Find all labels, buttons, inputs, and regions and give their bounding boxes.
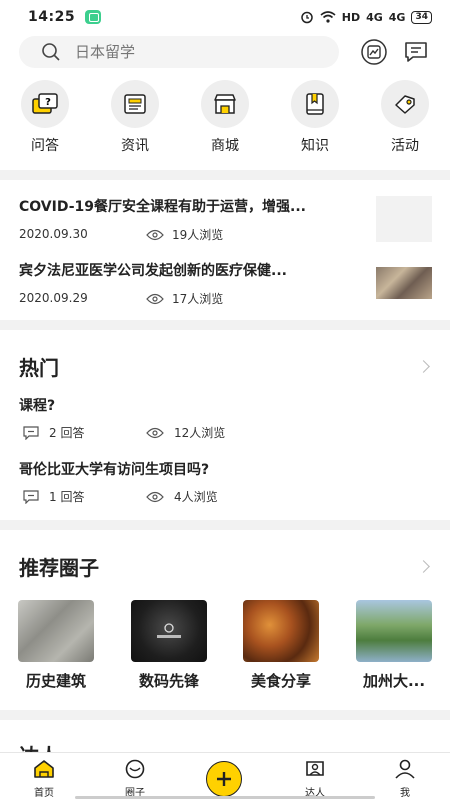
news-views: 17人浏览 (146, 290, 223, 307)
app-page: 14:25 HD 4G 4G 34 ? 问答 (0, 0, 450, 800)
battery-level: 34 (411, 10, 432, 24)
news-title: COVID-19餐厅安全课程有助于运营，增强... (19, 199, 306, 215)
answer-count: 2 回答 (49, 426, 85, 440)
views-count: 4人浏览 (174, 490, 218, 504)
circle-image (131, 600, 207, 662)
tab-me[interactable]: 我 (375, 759, 435, 799)
question-answers: 1 回答 (23, 488, 84, 505)
tab-experts[interactable]: 达人 (285, 759, 345, 799)
section-title-hot: 热门 (19, 356, 59, 380)
news-title: 宾夕法尼亚医学公司发起创新的医疗保健... (19, 263, 287, 279)
circle-label: 数码先锋 (138, 672, 199, 690)
question-title[interactable]: 课程? (19, 395, 55, 415)
news-date: 2020.09.30 (19, 227, 88, 241)
category-shop[interactable]: 商城 (197, 80, 253, 155)
eye-icon (146, 293, 164, 304)
question-views: 12人浏览 (146, 424, 225, 441)
circle-label: 加州大... (362, 672, 426, 690)
message-icon-button[interactable] (402, 38, 430, 66)
home-icon (34, 760, 54, 778)
expert-icon (306, 761, 324, 776)
circle-image (243, 600, 319, 662)
eye-icon (146, 427, 164, 438)
comment-icon (23, 489, 39, 504)
chart-icon-button[interactable] (360, 38, 388, 66)
app-notification-icon (85, 10, 102, 24)
bottom-tab-bar: 首页 圈子 达人 我 (0, 752, 450, 800)
news-thumbnail (376, 196, 432, 242)
comment-icon (23, 425, 39, 440)
signal-strength-2: 4G (388, 10, 406, 24)
news-date: 2020.09.29 (19, 291, 88, 305)
category-news[interactable]: 资讯 (107, 80, 163, 155)
circle-image (356, 600, 432, 662)
status-indicators: HD 4G 4G 34 (300, 10, 432, 24)
search-input[interactable] (75, 43, 305, 61)
circle-image (18, 600, 94, 662)
add-button[interactable] (206, 761, 242, 797)
news-views-count: 17人浏览 (172, 292, 224, 306)
circle-card[interactable]: 历史建筑 (18, 600, 94, 691)
category-label: 活动 (391, 138, 419, 154)
news-icon (111, 80, 159, 128)
book-icon (291, 80, 339, 128)
tab-home[interactable]: 首页 (14, 759, 74, 799)
home-indicator (75, 796, 375, 799)
circle-card[interactable]: 加州大... (356, 600, 432, 691)
message-icon (405, 42, 427, 62)
smile-icon (125, 759, 145, 779)
ticket-icon (381, 80, 429, 128)
recommended-circles-section: 推荐圈子 历史建筑 数码先锋 美食分享 加州大... (0, 530, 450, 710)
status-time: 14:25 (28, 9, 76, 25)
status-bar: 14:25 HD 4G 4G 34 (0, 0, 450, 34)
svg-text:?: ? (45, 97, 51, 108)
news-thumbnail-photo (376, 267, 432, 299)
eye-icon (146, 229, 164, 240)
category-label: 资讯 (121, 138, 149, 154)
circle-card[interactable]: 美食分享 (243, 600, 319, 691)
category-label: 商城 (211, 138, 239, 154)
search-icon (42, 43, 60, 61)
signal-strength-1: 4G (366, 10, 383, 24)
shop-icon (201, 80, 249, 128)
news-list: COVID-19餐厅安全课程有助于运营，增强... 2020.09.30 19人… (0, 180, 450, 320)
tab-label: 首页 (34, 788, 54, 799)
circle-label: 历史建筑 (25, 672, 86, 690)
question-answers: 2 回答 (23, 424, 84, 441)
category-qa[interactable]: ? 问答 (17, 80, 73, 155)
wifi-icon (320, 11, 336, 23)
alarm-icon (301, 11, 313, 24)
category-knowledge[interactable]: 知识 (287, 80, 343, 155)
eye-icon (146, 491, 164, 502)
question-views: 4人浏览 (146, 488, 218, 505)
tab-label: 我 (400, 788, 410, 799)
user-icon (395, 759, 415, 779)
mouse-logo-icon (157, 623, 181, 638)
views-count: 12人浏览 (174, 426, 226, 440)
category-label: 问答 (31, 138, 59, 154)
top-bar (0, 34, 450, 70)
hot-section: 热门 课程? 2 回答 12人浏览 哥伦比亚大学有访问生项目吗? 1 回答 4人… (0, 330, 450, 520)
circle-label: 美食分享 (250, 672, 311, 690)
answer-count: 1 回答 (49, 490, 85, 504)
chevron-right-icon[interactable] (417, 360, 430, 373)
category-nav: ? 问答 资讯 商城 知识 活动 (0, 70, 450, 170)
category-events[interactable]: 活动 (377, 80, 433, 155)
circle-card[interactable]: 数码先锋 (131, 600, 207, 691)
news-views-count: 19人浏览 (172, 228, 224, 242)
category-label: 知识 (301, 138, 329, 154)
section-title-circles: 推荐圈子 (19, 556, 99, 580)
search-box[interactable] (19, 36, 339, 68)
plus-icon (217, 772, 231, 786)
chevron-right-icon[interactable] (417, 560, 430, 573)
network-type: HD (341, 10, 361, 24)
question-title[interactable]: 哥伦比亚大学有访问生项目吗? (19, 459, 209, 479)
news-views: 19人浏览 (146, 226, 223, 243)
tab-circles[interactable]: 圈子 (105, 759, 165, 799)
chart-icon (361, 39, 387, 65)
qa-icon: ? (21, 80, 69, 128)
